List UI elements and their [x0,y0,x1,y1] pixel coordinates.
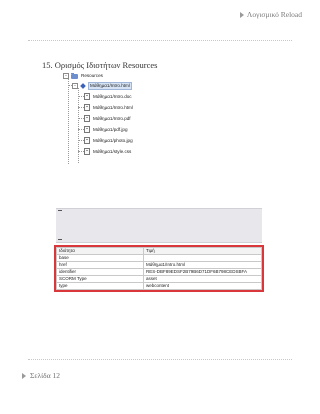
property-value[interactable]: RES-DBF89EDSF2B79B6D71DF6B798CEDSBFA [143,268,262,276]
file-icon [84,93,90,100]
property-value[interactable]: asset [143,275,262,283]
tree-file-node[interactable]: Μάθημα1/photo.jpg [84,137,134,144]
file-icon [84,115,90,122]
header-divider [28,40,292,41]
file-icon [84,126,90,133]
tree-file-label: Μάθημα1/Intro.html [93,104,133,110]
tree-file-label: Μάθημα1/style.css [93,148,132,154]
tree-file-node[interactable]: Μάθημα1/Intro.html [84,104,134,111]
table-row[interactable]: SCORM Type asset [56,275,262,283]
collapse-icon[interactable]: − [72,83,78,89]
page-header: Λογισμικό Reload [239,10,302,19]
property-name: type [56,282,144,290]
table-row[interactable]: base [56,254,262,262]
tree-file-node[interactable]: Μάθημα1/style.css [84,148,132,155]
folder-icon [71,72,78,79]
tree-file-label: Μάθημα1/photo.jpg [93,137,133,143]
header-title: Λογισμικό Reload [246,10,302,19]
table-row[interactable]: type webcontent [56,282,262,290]
tree-file-node[interactable]: Μάθημα1/pdf.jpg [84,126,129,133]
triangle-bullet-icon [239,11,244,18]
tree-file-label: Μάθημα1/pdf.jpg [93,126,128,132]
column-header: Τιμή [143,247,262,255]
screenshot-band [56,208,262,243]
property-name: href [56,261,144,269]
page-number: Σελίδα 12 [30,371,61,380]
tree-root-label: Resources [81,73,103,78]
resource-diamond-icon [80,83,86,89]
triangle-bullet-icon [22,372,26,379]
property-name: base [56,254,144,262]
file-icon [84,148,90,155]
file-icon [84,137,90,144]
file-icon [84,104,90,111]
tree-selected-label: Μάθημα1/Intro.html [88,82,132,90]
tree-selected-node[interactable]: − Μάθημα1/Intro.html [72,82,132,90]
column-header: Ιδιότητα [56,247,144,255]
property-value[interactable]: Μάθημα1/Intro.html [143,261,262,269]
properties-table: Ιδιότητα Τιμή base href Μάθημα1/Intro.ht… [54,245,264,292]
property-name: identifier [56,268,144,276]
tree-root-node[interactable]: − Resources [63,72,104,79]
table-row[interactable]: href Μάθημα1/Intro.html [56,261,262,269]
footer-divider [28,359,292,360]
tree-file-label: Μάθημα1/Intro.pdf [93,115,131,121]
property-value[interactable] [143,254,262,262]
table-row[interactable]: identifier RES-DBF89EDSF2B79B6D71DF6B798… [56,268,262,276]
table-header-row: Ιδιότητα Τιμή [56,247,262,255]
tree-file-node[interactable]: Μάθημα1/Intro.doc [84,93,133,100]
property-name: SCORM Type [56,275,144,283]
collapse-icon[interactable]: − [63,73,69,79]
tree-file-node[interactable]: Μάθημα1/Intro.pdf [84,115,132,122]
property-value[interactable]: webcontent [143,282,262,290]
section-title: 15. Ορισμός Ιδιοτήτων Resources [42,60,158,70]
page-footer: Σελίδα 12 [22,371,60,380]
tree-file-label: Μάθημα1/Intro.doc [93,93,132,99]
resources-tree: − Resources − Μάθημα1/Intro.html Μάθημα1… [60,72,170,170]
